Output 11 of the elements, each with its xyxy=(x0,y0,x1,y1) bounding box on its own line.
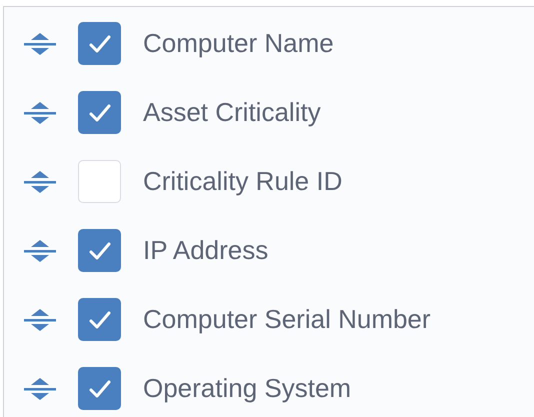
checkbox[interactable] xyxy=(78,367,121,410)
column-label: Asset Criticality xyxy=(143,97,321,128)
column-label: Computer Serial Number xyxy=(143,304,431,335)
column-label: Operating System xyxy=(143,373,352,404)
checkbox[interactable] xyxy=(78,298,121,341)
column-label: Criticality Rule ID xyxy=(143,166,342,197)
checkbox[interactable] xyxy=(78,22,121,65)
column-label: Computer Name xyxy=(143,28,334,59)
checkbox[interactable] xyxy=(78,229,121,272)
column-label: IP Address xyxy=(143,235,268,266)
checkbox[interactable] xyxy=(78,91,121,134)
